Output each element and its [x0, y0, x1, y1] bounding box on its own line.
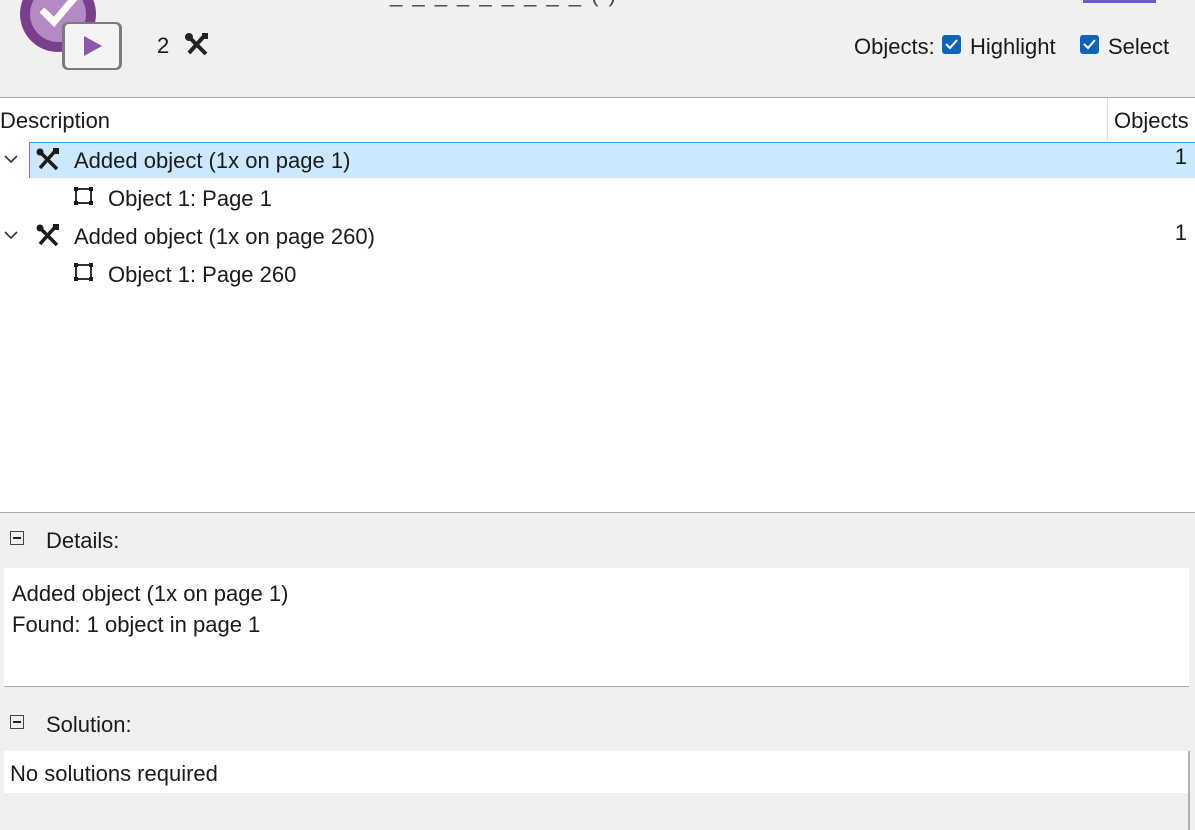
collapse-minus-icon[interactable] — [10, 531, 24, 545]
solution-header[interactable]: Solution: — [0, 697, 1195, 749]
chevron-down-icon[interactable] — [4, 228, 18, 242]
details-header[interactable]: Details: — [0, 513, 1195, 565]
object-frame-icon — [74, 187, 93, 205]
column-description[interactable]: Description — [0, 98, 1107, 140]
details-panel: Added object (1x on page 1) Found: 1 obj… — [4, 568, 1189, 687]
list-item[interactable]: Object 1: Page 1 — [0, 180, 1195, 217]
highlight-checkbox[interactable] — [942, 35, 961, 54]
tools-icon — [185, 33, 208, 56]
details-line-1: Added object (1x on page 1) — [12, 581, 289, 606]
child-label: Object 1: Page 260 — [108, 262, 297, 287]
tools-icon — [36, 148, 59, 171]
solution-text: No solutions required — [10, 761, 218, 786]
row-count: 1 — [1174, 220, 1187, 245]
list-item[interactable]: Object 1: Page 260 — [0, 256, 1195, 293]
title-remnant: _ _ _ _ _ _ _ _ _ ( ) — [390, 0, 618, 8]
header-bar: 2 _ _ _ _ _ _ _ _ _ ( ) Objects: Highlig… — [0, 0, 1195, 98]
table-row[interactable]: Added object (1x on page 1) 1 — [0, 142, 1195, 179]
chevron-down-icon[interactable] — [4, 152, 18, 166]
solution-panel: No solutions required — [4, 751, 1190, 830]
details-line-2: Found: 1 object in page 1 — [12, 612, 261, 637]
issues-tree[interactable]: Description Objects Added object (1x on … — [0, 98, 1195, 513]
column-objects[interactable]: Objects — [1114, 98, 1195, 140]
app-logo-icon — [20, 0, 122, 70]
highlight-label[interactable]: Highlight — [970, 34, 1056, 60]
solution-empty-area — [4, 793, 1188, 830]
tools-icon — [36, 224, 59, 247]
details-title: Details: — [46, 528, 120, 553]
select-label[interactable]: Select — [1108, 34, 1169, 60]
row-label: Added object (1x on page 1) — [74, 148, 351, 173]
collapse-minus-icon[interactable] — [10, 715, 24, 729]
header-link[interactable] — [1083, 0, 1156, 3]
row-count: 1 — [1174, 144, 1187, 169]
objects-label: Objects: — [854, 34, 935, 59]
select-checkbox[interactable] — [1080, 35, 1099, 54]
column-separator[interactable] — [1107, 98, 1108, 140]
table-row[interactable]: Added object (1x on page 260) 1 — [0, 218, 1195, 255]
issue-count: 2 — [157, 33, 170, 58]
object-frame-icon — [74, 263, 93, 281]
child-label: Object 1: Page 1 — [108, 186, 272, 211]
solution-title: Solution: — [46, 712, 132, 737]
row-label: Added object (1x on page 260) — [74, 224, 375, 249]
